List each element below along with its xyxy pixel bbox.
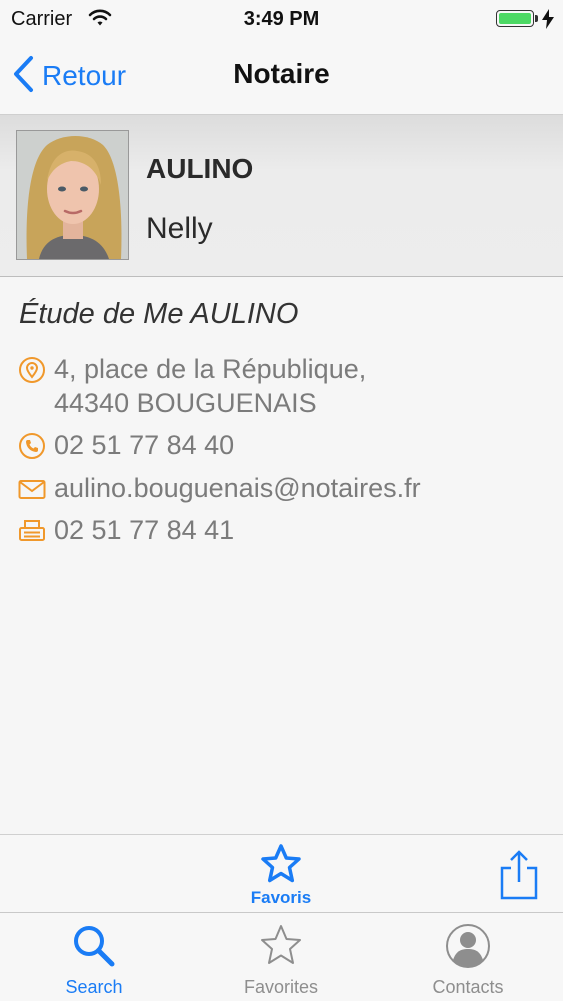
add-to-favorites-label: Favoris — [250, 888, 312, 907]
share-icon — [496, 850, 542, 905]
action-toolbar: Favoris — [0, 834, 563, 913]
email-row[interactable]: aulino.bouguenais@notaires.fr — [18, 471, 421, 505]
fax-icon — [18, 517, 46, 545]
address-row[interactable]: 4, place de la République, 44340 BOUGUEN… — [18, 352, 366, 420]
envelope-icon — [18, 475, 46, 503]
location-pin-icon — [18, 356, 46, 384]
first-name: Nelly — [146, 212, 213, 245]
fax-number: 02 51 77 84 41 — [54, 515, 235, 545]
tab-favorites[interactable]: Favorites — [211, 913, 351, 1001]
status-bar: Carrier 3:49 PM — [0, 0, 563, 38]
tab-contacts[interactable]: Contacts — [398, 913, 538, 1001]
search-icon — [71, 923, 117, 969]
phone-row[interactable]: 02 51 77 84 40 — [18, 428, 234, 462]
navigation-bar: Retour Notaire — [0, 38, 563, 115]
phone-icon — [18, 432, 46, 460]
address-text: 4, place de la République, 44340 BOUGUEN… — [54, 352, 366, 420]
tab-search-label: Search — [65, 977, 123, 997]
profile-header: AULINO Nelly — [0, 115, 563, 277]
star-icon — [258, 923, 304, 969]
phone-number: 02 51 77 84 40 — [54, 430, 235, 460]
tab-favorites-label: Favorites — [243, 977, 319, 997]
profile-photo — [16, 130, 129, 260]
address-line-1: 4, place de la République, — [54, 354, 367, 384]
battery-tip — [535, 15, 538, 22]
last-name: AULINO — [146, 153, 254, 184]
charging-bolt-icon — [542, 9, 554, 34]
page-title: Notaire — [233, 58, 330, 89]
email-address: aulino.bouguenais@notaires.fr — [54, 473, 421, 503]
contacts-icon — [445, 923, 491, 969]
share-button[interactable] — [496, 849, 542, 901]
status-time: 3:49 PM — [243, 8, 320, 30]
tab-contacts-label: Contacts — [432, 977, 504, 997]
tab-bar: Search Favorites Contacts — [0, 912, 563, 1001]
fax-row[interactable]: 02 51 77 84 41 — [18, 513, 234, 547]
star-icon — [258, 844, 304, 889]
office-name: Étude de Me AULINO — [19, 298, 299, 330]
tab-search[interactable]: Search — [24, 913, 164, 1001]
add-to-favorites-button[interactable]: Favoris — [238, 843, 324, 909]
address-line-2: 44340 BOUGUENAIS — [54, 388, 317, 418]
battery-icon — [496, 10, 534, 27]
